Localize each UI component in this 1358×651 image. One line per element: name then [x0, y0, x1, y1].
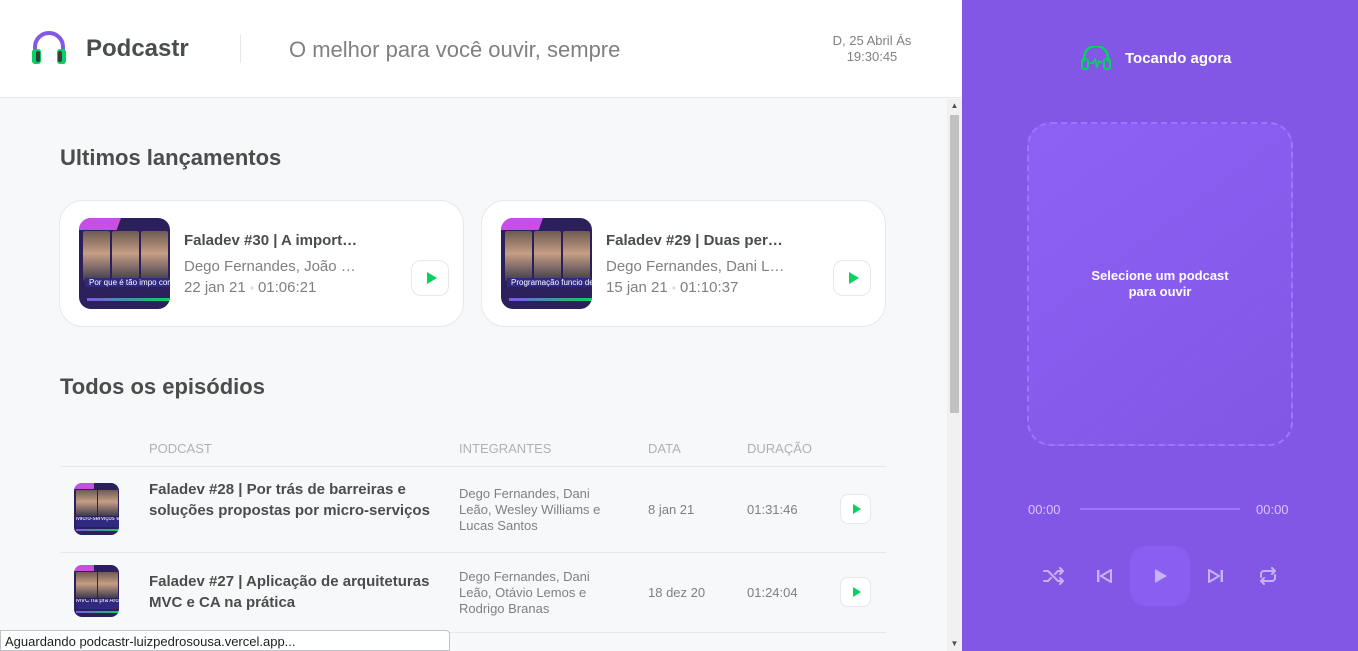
- episode-date: 15 jan 21: [606, 279, 668, 296]
- episode-meta: 15 jan 21 • 01:10:37: [606, 279, 738, 296]
- player-panel: Tocando agora Selecione um podcast para …: [962, 0, 1358, 651]
- now-playing-headphones-icon: [1081, 46, 1111, 70]
- play-episode-button[interactable]: [411, 260, 449, 296]
- play-icon: [853, 504, 861, 514]
- play-icon: [426, 272, 437, 284]
- episode-members: Dego Fernandes, João …: [184, 258, 356, 275]
- meta-separator: •: [249, 281, 254, 295]
- tagline: O melhor para você ouvir, sempre: [289, 37, 621, 62]
- repeat-icon: [1260, 567, 1276, 585]
- episode-members: Dego Fernandes, Dani Leão, Wesley Willia…: [459, 486, 601, 533]
- column-header-members: Integrantes: [459, 441, 552, 456]
- episode-duration: 01:31:46: [747, 502, 798, 517]
- episode-members: Dego Fernandes, Dani L…: [606, 258, 785, 275]
- repeat-button[interactable]: [1246, 546, 1290, 606]
- brand-name: Podcastr: [86, 35, 189, 62]
- total-time: 00:00: [1256, 502, 1289, 517]
- scroll-thumb[interactable]: [950, 115, 959, 413]
- progress-slider[interactable]: [1080, 508, 1240, 510]
- episode-members: Dego Fernandes, Dani Leão, Otávio Lemos …: [459, 569, 590, 616]
- latest-episode-card[interactable]: Programação funcio devs orientados a o F…: [481, 200, 886, 327]
- header: Podcastr O melhor para você ouvir, sempr…: [0, 0, 962, 98]
- episode-thumbnail: Micro-serviços e suas: [74, 483, 119, 535]
- browser-status-bar: Aguardando podcastr-luizpedrosousa.verce…: [0, 630, 450, 651]
- header-divider: [240, 34, 241, 63]
- episode-title-link[interactable]: Faladev #30 | A import…: [184, 232, 384, 249]
- scroll-down-arrow-icon[interactable]: ▼: [950, 639, 959, 649]
- empty-player-message: Selecione um podcast para ouvir: [1091, 268, 1229, 299]
- play-episode-button[interactable]: [840, 494, 871, 524]
- column-header-date: Data: [648, 441, 681, 456]
- all-episodes-heading: Todos os episódios: [60, 374, 265, 399]
- next-icon: [1208, 569, 1223, 583]
- previous-button[interactable]: [1082, 546, 1126, 606]
- play-episode-button[interactable]: [833, 260, 871, 296]
- thumbnail-caption: MVC na prá Architecture: [76, 599, 119, 609]
- vertical-scrollbar[interactable]: ▲ ▼: [947, 99, 962, 651]
- headphones-logo-icon: [32, 31, 66, 64]
- episode-thumbnail[interactable]: Programação funcio devs orientados a o: [501, 218, 592, 309]
- play-icon: [853, 587, 861, 597]
- next-button[interactable]: [1194, 546, 1238, 606]
- now-playing-label: Tocando agora: [1125, 49, 1232, 67]
- episodes-content[interactable]: Ultimos lançamentos Por que é tão impo c…: [0, 99, 947, 651]
- episode-thumbnail: MVC na prá Architecture: [74, 565, 119, 617]
- previous-icon: [1097, 569, 1112, 583]
- thumbnail-caption: Por que é tão impo contribuir em Open S: [85, 278, 170, 287]
- episode-date: 8 jan 21: [648, 502, 695, 517]
- episode-duration: 01:06:21: [257, 279, 317, 296]
- episode-thumbnail[interactable]: Por que é tão impo contribuir em Open S: [79, 218, 170, 309]
- episode-duration: 01:24:04: [747, 585, 798, 600]
- episode-date: 18 dez 20: [648, 585, 706, 600]
- empty-player-placeholder: Selecione um podcast para ouvir: [1027, 122, 1293, 446]
- latest-episode-card[interactable]: Por que é tão impo contribuir em Open S …: [59, 200, 464, 327]
- episode-title-link[interactable]: Faladev #28 | Por trás de barreiras e so…: [149, 479, 434, 521]
- episode-title-link[interactable]: Faladev #29 | Duas per…: [606, 232, 806, 249]
- column-header-duration: Duração: [747, 441, 813, 456]
- time-text: 19:30:45: [846, 49, 898, 64]
- table-row: Micro-serviços e suas Faladev #28 | Por …: [60, 467, 886, 553]
- shuffle-button[interactable]: [1032, 546, 1076, 606]
- scroll-up-arrow-icon[interactable]: ▲: [950, 101, 959, 111]
- play-pause-button[interactable]: [1130, 546, 1190, 606]
- latest-heading: Ultimos lançamentos: [60, 145, 282, 170]
- current-datetime: D, 25 Abril Ás 19:30:45: [822, 33, 922, 65]
- meta-separator: •: [671, 281, 676, 295]
- episode-title-link[interactable]: Faladev #27 | Aplicação de arquiteturas …: [149, 571, 434, 613]
- player-header: Tocando agora: [1081, 45, 1231, 71]
- shuffle-icon: [1043, 567, 1064, 585]
- player-controls: [1032, 546, 1302, 606]
- episode-meta: 22 jan 21 • 01:06:21: [184, 279, 316, 296]
- play-icon: [1155, 569, 1167, 583]
- table-header: Podcast Integrantes Data Duração: [60, 429, 886, 467]
- column-header-podcast: Podcast: [149, 441, 212, 456]
- episode-date: 22 jan 21: [184, 279, 246, 296]
- thumbnail-caption: Programação funcio devs orientados a o: [507, 278, 592, 287]
- table-row: MVC na prá Architecture Faladev #27 | Ap…: [60, 553, 886, 633]
- play-icon: [848, 272, 859, 284]
- current-time: 00:00: [1028, 502, 1061, 517]
- play-episode-button[interactable]: [840, 577, 871, 607]
- date-text: D, 25 Abril Ás: [832, 33, 912, 48]
- episode-duration: 01:10:37: [679, 279, 739, 296]
- thumbnail-caption: Micro-serviços e suas: [76, 517, 119, 527]
- main-area: Podcastr O melhor para você ouvir, sempr…: [0, 0, 962, 651]
